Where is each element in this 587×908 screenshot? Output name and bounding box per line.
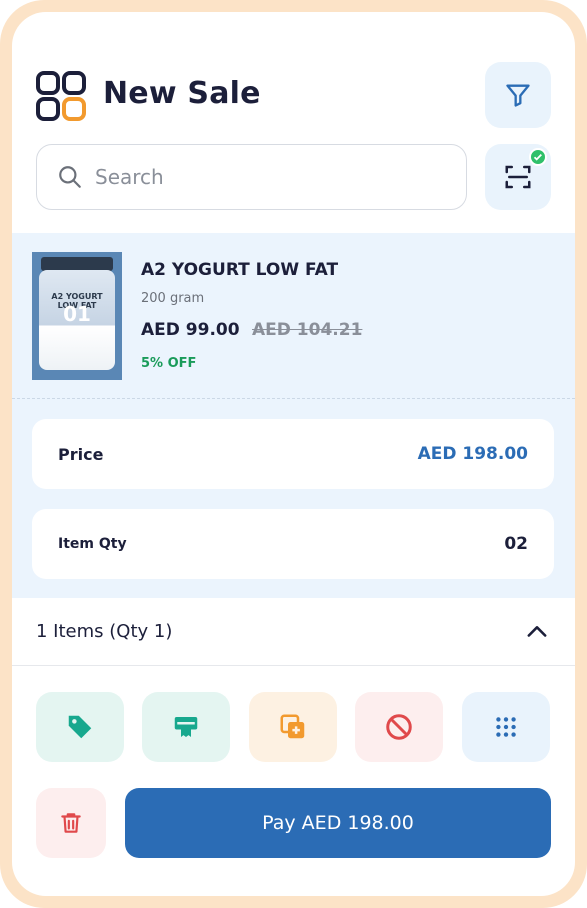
filter-button[interactable] [485,62,551,128]
product-weight: 200 gram [141,291,205,306]
search-icon [59,166,81,188]
product-name: A2 YOGURT LOW FAT [141,260,339,280]
add-copy-icon [280,714,305,739]
scan-icon [505,165,531,189]
chevron-up-icon[interactable] [523,618,551,646]
price-label: Price [58,444,104,464]
qty-row[interactable]: Item Qty 02 [32,509,554,579]
receipt-button[interactable] [142,692,230,762]
device-frame: New Sale A2 YOGURT LOW FAT [0,0,587,908]
search-input[interactable] [95,165,415,189]
dashed-divider [12,398,575,399]
filter-icon [506,84,530,107]
app-logo-icon [36,71,86,121]
pay-button[interactable]: Pay AED 198.00 [125,788,551,858]
tag-icon [68,715,92,739]
page-title: New Sale [103,76,261,111]
trash-icon [61,813,81,833]
scan-button[interactable] [485,144,551,210]
product-panel: A2 YOGURT LOW FAT 01 A2 YOGURT LOW FAT 2… [12,233,575,598]
price-row: Price AED 198.00 [32,419,554,489]
discount-label: 5% OFF [141,356,197,371]
void-button[interactable] [355,692,443,762]
product-price: AED 99.00 [141,320,240,340]
receipt-icon [174,717,198,737]
product-image: A2 YOGURT LOW FAT 01 [32,252,122,380]
tag-button[interactable] [36,692,124,762]
sale-card: New Sale A2 YOGURT LOW FAT [12,12,575,896]
more-button[interactable] [462,692,550,762]
price-value: AED 198.00 [417,444,528,464]
check-badge-icon [529,148,547,166]
product-old-price: AED 104.21 [252,320,363,340]
qty-label: Item Qty [58,536,127,552]
jar-lid [41,257,113,271]
grid-dots-icon [496,717,516,737]
delete-button[interactable] [36,788,106,858]
product-index-badge: 01 [63,302,91,326]
add-copy-button[interactable] [249,692,337,762]
items-count: 1 Items (Qty 1) [36,621,173,642]
items-summary-bar[interactable]: 1 Items (Qty 1) [12,598,575,666]
qty-value: 02 [504,534,528,554]
block-icon [386,714,412,740]
search-field[interactable] [36,144,467,210]
